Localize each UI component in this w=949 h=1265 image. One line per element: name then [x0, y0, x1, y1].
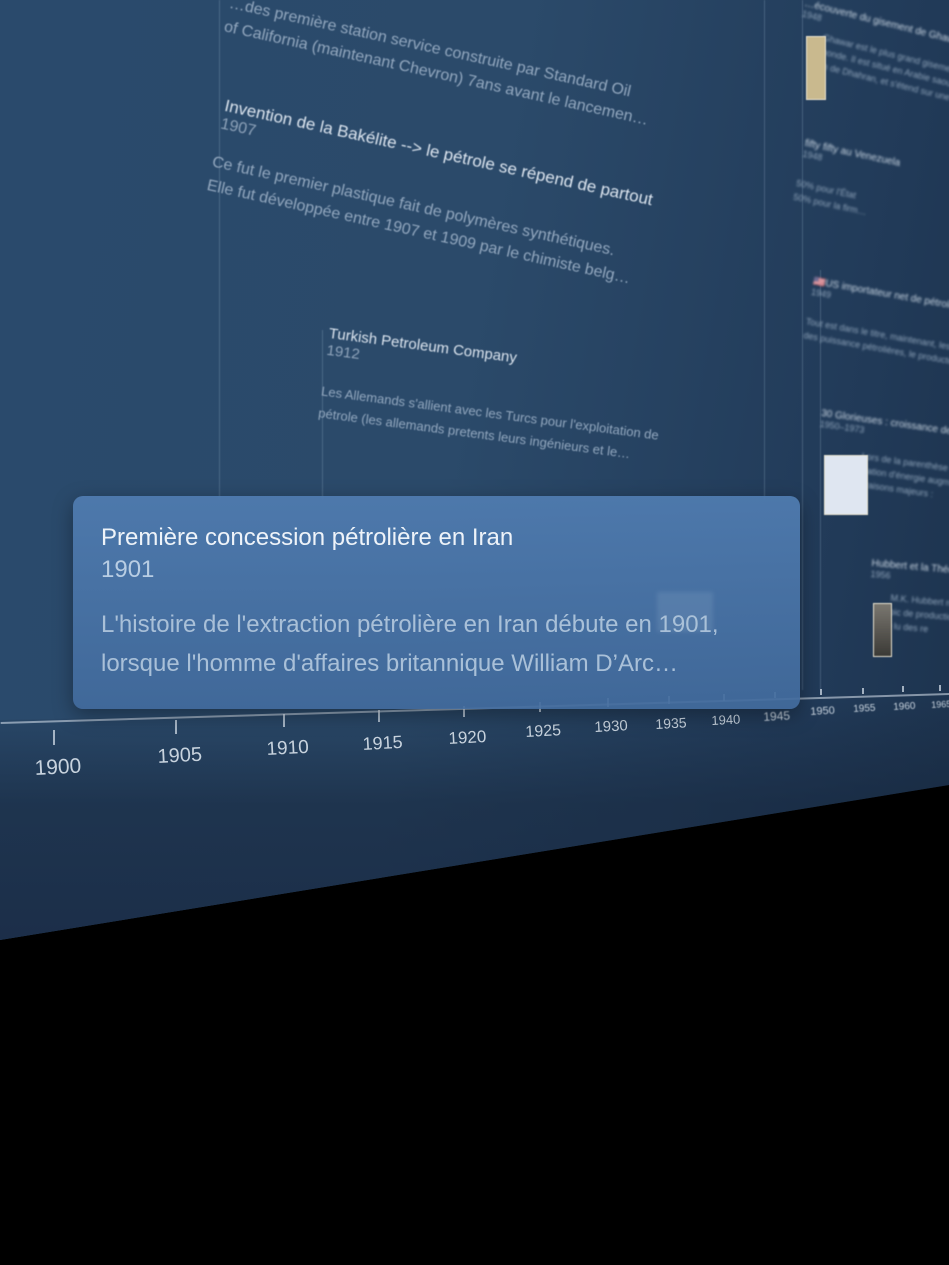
axis-tick-label[interactable]: 1955	[853, 703, 876, 715]
axis-tick-label[interactable]: 1950	[810, 705, 835, 718]
axis-tick-label[interactable]: 1920	[448, 727, 487, 749]
axis-tick-mark	[378, 710, 380, 722]
event-thumbnail-photo	[873, 603, 892, 657]
axis-tick-label[interactable]: 1915	[362, 732, 403, 755]
popup-description-line: lorsque l'homme d'affaires britannique W…	[101, 650, 678, 677]
axis-tick-label[interactable]: 1940	[711, 711, 741, 727]
axis-tick-mark	[283, 714, 285, 727]
axis-tick-label[interactable]: 1930	[594, 717, 628, 736]
axis-tick-label[interactable]: 1900	[34, 755, 82, 781]
axis-tick-mark	[902, 686, 904, 692]
event-thumbnail-chart	[824, 455, 868, 515]
axis-tick-label[interactable]: 1910	[266, 737, 309, 761]
axis-tick-mark	[175, 720, 177, 734]
popup-year: 1901	[101, 556, 155, 583]
axis-tick-mark	[939, 685, 941, 691]
axis-tick-mark	[862, 688, 864, 694]
axis-tick-label[interactable]: 1960	[893, 701, 916, 713]
axis-tick-label[interactable]: 1905	[157, 744, 203, 769]
axis-tick-label[interactable]: 1945	[763, 709, 790, 724]
popup-title: Première concession pétrolière en Iran	[101, 524, 514, 551]
axis-tick-label[interactable]: 1925	[525, 722, 561, 742]
popup-background-shadow	[657, 592, 713, 632]
event-connector-line	[802, 0, 803, 690]
event-detail-popup[interactable]: Première concession pétrolière en Iran 1…	[73, 496, 800, 709]
axis-tick-label[interactable]: 1935	[655, 714, 687, 732]
timeline-scene[interactable]: …des première station service construite…	[0, 0, 949, 1265]
axis-tick-mark	[820, 689, 822, 695]
axis-tick-mark	[53, 730, 55, 745]
event-connector-line	[764, 0, 765, 500]
axis-tick-label[interactable]: 1965	[931, 699, 949, 710]
event-connector-line	[219, 0, 220, 500]
event-thumbnail-image	[806, 36, 826, 100]
